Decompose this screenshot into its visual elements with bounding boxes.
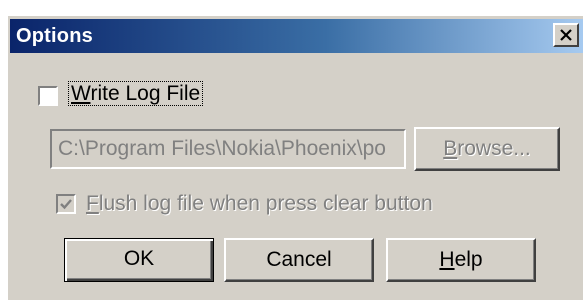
- flush-log-checkbox[interactable]: [56, 194, 76, 214]
- checkmark-icon: [60, 199, 72, 210]
- write-log-checkbox[interactable]: [38, 86, 58, 106]
- browse-label: rowse...: [457, 137, 531, 160]
- write-log-mnemonic: W: [71, 82, 91, 105]
- flush-mnemonic: F: [86, 192, 99, 215]
- help-label: elp: [454, 248, 483, 271]
- window-title: Options: [16, 25, 93, 47]
- flush-label-text: lush log file when press clear button: [98, 192, 433, 215]
- options-dialog: Options Write Log File Browse... Flush l…: [6, 14, 583, 300]
- write-log-label-text: rite Log File: [90, 82, 201, 105]
- log-path-field[interactable]: [50, 129, 406, 169]
- browse-button[interactable]: Browse...: [414, 127, 560, 171]
- help-button[interactable]: Help: [386, 238, 536, 282]
- browse-mnemonic: B: [443, 137, 458, 160]
- focus-rectangle: Write Log File: [68, 81, 204, 106]
- help-mnemonic: H: [439, 248, 455, 271]
- close-button[interactable]: [553, 23, 579, 47]
- title-bar[interactable]: Options: [10, 19, 583, 53]
- write-log-label[interactable]: Write Log File: [68, 81, 204, 106]
- close-icon: [560, 29, 572, 41]
- flush-log-label[interactable]: Flush log file when press clear button: [86, 192, 433, 216]
- cancel-button[interactable]: Cancel: [224, 238, 374, 282]
- log-path-input[interactable]: [52, 131, 404, 167]
- ok-button[interactable]: OK: [64, 238, 214, 282]
